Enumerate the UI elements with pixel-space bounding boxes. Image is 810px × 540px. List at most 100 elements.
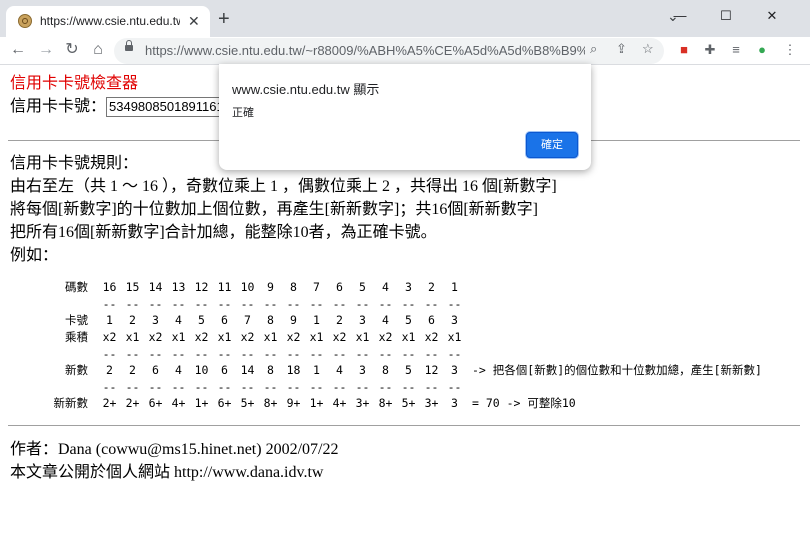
table-cell: x1 bbox=[263, 330, 278, 345]
table-cell: 18 bbox=[286, 363, 301, 378]
table-cell: -- bbox=[263, 296, 278, 311]
table-cell: 3 bbox=[451, 396, 458, 411]
table-row: -- -- -- -- -- -- -- -- -- -- -- -- -- -- -- -- bbox=[30, 345, 762, 362]
site-favicon-icon bbox=[18, 14, 32, 28]
table-cell: -- bbox=[286, 379, 301, 394]
table-cell: 3 bbox=[451, 313, 458, 328]
table-cell: 6+ bbox=[148, 396, 163, 411]
table-cell: -- bbox=[447, 296, 462, 311]
table-cell: -- bbox=[286, 346, 301, 361]
bookmark-star-icon[interactable]: ☆ bbox=[642, 41, 654, 57]
table-cell: 8 bbox=[267, 363, 274, 378]
share-icon[interactable]: ⇪ bbox=[616, 41, 627, 57]
table-cell: x1 bbox=[309, 330, 324, 345]
table-cell: -- bbox=[401, 346, 416, 361]
table-cell: 12 bbox=[194, 280, 209, 295]
table-cell: 2+ bbox=[102, 396, 117, 411]
table-cell: x1 bbox=[171, 330, 186, 345]
table-cell: 5 bbox=[198, 313, 205, 328]
table-cell: 1 bbox=[313, 363, 320, 378]
table-cell: -- bbox=[378, 346, 393, 361]
row-note: = 70 -> 可整除10 bbox=[472, 396, 576, 411]
table-cell: 1 bbox=[313, 313, 320, 328]
profile-avatar-icon[interactable]: ● bbox=[752, 40, 772, 60]
example-label: 例如： bbox=[10, 247, 59, 264]
row-note: -> 把各個[新數]的個位數和十位數加總，產生[新新數] bbox=[472, 363, 762, 378]
table-cell: 6+ bbox=[217, 396, 232, 411]
table-cell: -- bbox=[401, 296, 416, 311]
table-cell: 7 bbox=[313, 280, 320, 295]
url-text[interactable]: https://www.csie.ntu.edu.tw/~r88009/%ABH… bbox=[145, 43, 585, 58]
table-cell: 2 bbox=[129, 363, 136, 378]
browser-toolbar: ← → ↻ ⌂ https://www.csie.ntu.edu.tw/~r88… bbox=[0, 37, 810, 64]
maximize-button[interactable]: ☐ bbox=[706, 4, 746, 28]
rule-line-1: 由右至左（共 1 ～ 16 ），奇數位乘上 1 ，偶數位乘上 2 ，共得出 16… bbox=[10, 178, 557, 195]
table-cell: 3 bbox=[451, 363, 458, 378]
menu-kebab-icon[interactable]: ⋮ bbox=[780, 40, 800, 60]
author-line: 作者：Dana (cowwu@ms15.hinet.net) 2002/07/2… bbox=[10, 441, 339, 458]
table-cell: 6 bbox=[336, 280, 343, 295]
table-cell: 6 bbox=[221, 363, 228, 378]
close-window-button[interactable]: ✕ bbox=[752, 4, 792, 28]
table-cell: -- bbox=[102, 296, 117, 311]
table-cell: -- bbox=[401, 379, 416, 394]
table-cell: x2 bbox=[240, 330, 255, 345]
dialog-message: 正確 bbox=[232, 107, 254, 119]
divider-bottom bbox=[8, 425, 800, 426]
extensions-puzzle-icon[interactable]: ✚ bbox=[700, 40, 720, 60]
browser-tab[interactable]: https://www.csie.ntu.edu.tw/~ ✕ bbox=[6, 6, 210, 37]
table-cell: 2+ bbox=[125, 396, 140, 411]
tab-close-icon[interactable]: ✕ bbox=[188, 12, 200, 30]
table-cell: 6 bbox=[428, 313, 435, 328]
lock-icon[interactable] bbox=[125, 40, 133, 51]
table-cell: 9+ bbox=[286, 396, 301, 411]
table-cell: 15 bbox=[125, 280, 140, 295]
table-cell: 6 bbox=[152, 363, 159, 378]
table-cell: 2 bbox=[428, 280, 435, 295]
rule-line-3: 把所有16個[新新數字]合計加總，能整除10者，為正確卡號。 bbox=[10, 224, 437, 241]
table-cell: -- bbox=[217, 379, 232, 394]
table-cell: -- bbox=[148, 379, 163, 394]
table-cell: 4 bbox=[175, 363, 182, 378]
table-cell: x2 bbox=[424, 330, 439, 345]
forward-button[interactable]: → bbox=[34, 38, 58, 62]
table-cell: 5 bbox=[405, 313, 412, 328]
extension-red-icon[interactable]: ■ bbox=[674, 40, 694, 60]
table-cell: -- bbox=[332, 296, 347, 311]
table-cell: -- bbox=[378, 296, 393, 311]
table-cell: 12 bbox=[424, 363, 439, 378]
dialog-ok-button[interactable]: 確定 bbox=[526, 132, 578, 158]
row-label: 卡號 bbox=[65, 313, 88, 328]
tab-strip: https://www.csie.ntu.edu.tw/~ ✕ + ⌄ — ☐ … bbox=[0, 0, 810, 37]
row-label: 新新數 bbox=[53, 396, 89, 411]
table-cell: -- bbox=[309, 346, 324, 361]
table-cell: 8 bbox=[267, 313, 274, 328]
table-row: -- -- -- -- -- -- -- -- -- -- -- -- -- -- -- -- bbox=[30, 379, 762, 396]
table-row: 新新數 2+ 2+ 6+ 4+ 1+ 6+ 5+ 8+ 9+ 1+ 4+ 3+ 8+ 5+ 3+ 3 = 70 -… bbox=[30, 395, 762, 412]
table-cell: -- bbox=[125, 346, 140, 361]
table-cell: 4 bbox=[382, 280, 389, 295]
table-cell: -- bbox=[171, 296, 186, 311]
zoom-icon[interactable]: ⌕ bbox=[590, 41, 597, 57]
tab-title: https://www.csie.ntu.edu.tw/~ bbox=[40, 14, 180, 28]
table-row: 乘積 x2 x1 x2 x1 x2 x1 x2 x1 x2 x1 x2 x1 x2 x1 x2 x1 bbox=[30, 329, 762, 346]
table-cell: x1 bbox=[355, 330, 370, 345]
table-cell: x1 bbox=[401, 330, 416, 345]
table-cell: 2 bbox=[106, 363, 113, 378]
minimize-button[interactable]: — bbox=[660, 4, 700, 28]
table-cell: -- bbox=[424, 379, 439, 394]
table-cell: x2 bbox=[378, 330, 393, 345]
reload-button[interactable]: ↻ bbox=[60, 38, 84, 62]
home-button[interactable]: ⌂ bbox=[86, 38, 110, 62]
table-cell: 4 bbox=[336, 363, 343, 378]
table-cell: 8 bbox=[290, 280, 297, 295]
new-tab-button[interactable]: + bbox=[218, 9, 230, 29]
back-button[interactable]: ← bbox=[6, 38, 30, 62]
table-cell: 3 bbox=[359, 363, 366, 378]
address-bar[interactable]: https://www.csie.ntu.edu.tw/~r88009/%ABH… bbox=[114, 38, 664, 64]
table-row: 碼數 16 15 14 13 12 11 10 9 8 7 6 5 4 3 2 1 bbox=[30, 279, 762, 296]
table-cell: x1 bbox=[217, 330, 232, 345]
table-cell: 9 bbox=[267, 280, 274, 295]
row-label: 碼數 bbox=[65, 280, 88, 295]
media-control-icon[interactable]: ≡ bbox=[726, 40, 746, 60]
